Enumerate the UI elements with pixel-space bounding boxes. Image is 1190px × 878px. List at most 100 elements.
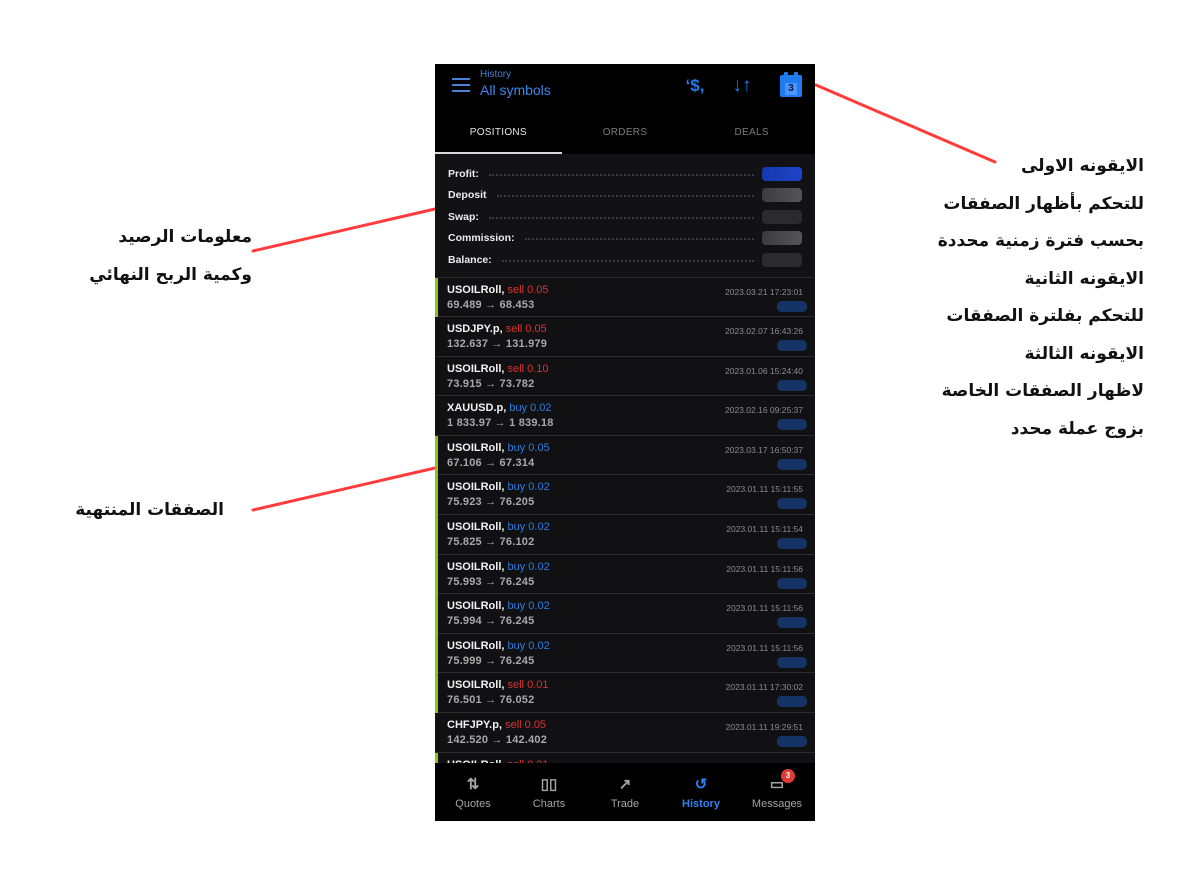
close-time: 2023.03.21 17:23:01 <box>725 286 803 297</box>
open-close-prices: 75.825 → 76.102 <box>447 536 535 549</box>
positions-list[interactable]: USOILRoll, sell 0.05 69.489 → 68.453 2023.… <box>435 277 815 793</box>
annotation-icons-explanation: الايقونه الاولى للتحكم بأظهار الصفقات بح… <box>884 148 1144 448</box>
close-time: 2023.03.17 16:50:37 <box>725 444 803 455</box>
profit-value-redacted <box>777 617 807 629</box>
symbol: USOILRoll, <box>447 481 505 494</box>
history-tabs: POSITIONS ORDERS DEALS <box>435 112 815 154</box>
position-row[interactable]: USOILRoll, buy 0.02 75.993 → 76.245 2023.0… <box>435 554 815 595</box>
side-volume: buy 0.02 <box>507 639 550 652</box>
close-time: 2023.01.11 15:11:54 <box>726 524 803 535</box>
position-row[interactable]: USOILRoll, buy 0.02 75.923 → 76.205 2023.0… <box>435 475 815 516</box>
dotted-leader <box>524 238 754 241</box>
profit-value-redacted <box>777 736 807 748</box>
summary-row-deposit: Deposit <box>448 185 802 207</box>
side-volume: buy 0.02 <box>507 481 550 494</box>
dotted-leader <box>488 173 754 176</box>
profit-value-redacted <box>777 340 807 352</box>
summary-value-redacted <box>762 166 802 181</box>
nav-label: Quotes <box>455 798 491 810</box>
title-block: History All symbols <box>480 69 551 100</box>
side-volume: sell 0.05 <box>505 323 547 336</box>
position-title: USOILRoll, buy 0.02 <box>447 521 550 534</box>
summary-label: Deposit <box>448 189 487 202</box>
symbol: USOILRoll, <box>447 362 505 375</box>
pointer-line-balance <box>251 207 437 253</box>
open-close-prices: 132.637 → 131.979 <box>447 338 548 351</box>
position-row[interactable]: USOILRoll, buy 0.05 67.106 → 67.314 2023.0… <box>435 435 815 476</box>
position-title: USOILRoll, buy 0.02 <box>447 481 550 494</box>
position-row[interactable]: USOILRoll, sell 0.10 73.915 → 73.782 2023.… <box>435 357 815 397</box>
annotation-line: الايقونه الاولى <box>1020 156 1144 176</box>
open-close-prices: 75.994 → 76.245 <box>447 615 535 628</box>
side-volume: sell 0.05 <box>505 719 547 732</box>
side-volume: buy 0.02 <box>507 521 550 534</box>
annotation-line: معلومات الرصيد <box>118 227 252 247</box>
profit-value-redacted <box>777 656 807 668</box>
balance-summary: Profit: Deposit Swap: Commission: Balanc… <box>435 154 815 278</box>
nav-messages[interactable]: ▭ Messages 3 <box>739 763 815 821</box>
position-title: USOILRoll, buy 0.05 <box>447 442 550 455</box>
open-close-prices: 1 833.97 → 1 839.18 <box>447 417 554 430</box>
tab-deals[interactable]: DEALS <box>688 112 815 154</box>
annotation-line: بزوج عملة محدد <box>1010 418 1144 439</box>
side-volume: buy 0.02 <box>507 560 550 573</box>
position-title: USOILRoll, sell 0.01 <box>447 679 549 692</box>
position-row[interactable]: USOILRoll, sell 0.01 76.501 → 76.052 2023.… <box>435 673 815 714</box>
symbol: USDJPY.p, <box>447 323 503 336</box>
symbol: USOILRoll, <box>447 441 505 454</box>
dotted-leader <box>496 195 754 198</box>
open-close-prices: 67.106 → 67.314 <box>447 456 535 469</box>
position-row[interactable]: USOILRoll, sell 0.05 69.489 → 68.453 2023.… <box>435 277 815 318</box>
nav-trade[interactable]: ↗ Trade <box>587 763 663 821</box>
sort-icon[interactable]: ↓↑ <box>728 74 756 98</box>
close-time: 2023.01.06 15:24:40 <box>725 365 803 376</box>
side-volume: buy 0.05 <box>507 441 550 454</box>
summary-label: Swap: <box>448 210 479 223</box>
summary-row-swap: Swap: <box>448 206 802 228</box>
bottom-navigation: ⇅ Quotes ▯▯ Charts ↗ Trade ↺ History ▭ M… <box>435 763 815 821</box>
calendar-icon[interactable]: 3 <box>779 72 803 98</box>
position-row[interactable]: USOILRoll, buy 0.02 75.994 → 76.245 2023.0… <box>435 594 815 634</box>
summary-label: Profit: <box>448 167 479 180</box>
side-volume: sell 0.05 <box>507 283 549 296</box>
annotation-line: وكمية الربح النهائي <box>89 265 252 285</box>
open-close-prices: 75.993 → 76.245 <box>447 575 535 588</box>
nav-history[interactable]: ↺ History <box>663 763 739 821</box>
position-title: XAUUSD.p, buy 0.02 <box>447 402 552 415</box>
annotation-balance: معلومات الرصيد وكمية الربح النهائي <box>0 218 252 294</box>
symbol: USOILRoll, <box>447 560 505 573</box>
nav-label: Messages <box>751 798 803 810</box>
open-close-prices: 75.999 → 76.245 <box>447 654 535 667</box>
symbol-filter-title[interactable]: All symbols <box>480 81 551 100</box>
open-close-prices: 75.923 → 76.205 <box>447 496 535 509</box>
nav-label: Charts <box>532 798 566 810</box>
hamburger-menu-icon[interactable] <box>452 78 470 92</box>
position-row[interactable]: XAUUSD.p, buy 0.02 1 833.97 → 1 839.18 202… <box>435 396 815 436</box>
profit-value-redacted <box>777 577 807 589</box>
side-volume: buy 0.02 <box>509 402 552 415</box>
profit-value-redacted <box>777 419 807 431</box>
position-title: USOILRoll, sell 0.05 <box>447 284 549 297</box>
close-time: 2023.01.11 19:29:51 <box>725 722 803 733</box>
summary-value-redacted <box>762 252 802 267</box>
tab-positions[interactable]: POSITIONS <box>435 112 562 154</box>
symbol: USOILRoll, <box>447 679 505 692</box>
position-row[interactable]: CHFJPY.p, sell 0.05 142.520 → 142.402 2023… <box>435 713 815 753</box>
annotation-line: للتحكم بفلترة الصفقات <box>946 306 1144 326</box>
top-app-bar: History All symbols ‘$, ↓↑ 3 <box>435 64 815 112</box>
annotation-line: للتحكم بأظهار الصفقات <box>943 193 1144 214</box>
position-row[interactable]: USOILRoll, buy 0.02 75.999 → 76.245 2023.0… <box>435 633 815 674</box>
currency-exchange-icon[interactable]: ‘$, <box>680 74 710 98</box>
position-row[interactable]: USOILRoll, buy 0.02 75.825 → 76.102 2023.0… <box>435 515 815 555</box>
nav-label: History <box>682 798 720 810</box>
summary-value-redacted <box>762 209 802 224</box>
profit-value-redacted <box>777 379 807 391</box>
close-time: 2023.01.11 15:11:56 <box>726 642 803 653</box>
nav-quotes[interactable]: ⇅ Quotes <box>435 763 511 821</box>
nav-charts[interactable]: ▯▯ Charts <box>511 763 587 821</box>
summary-row-commission: Commission: <box>448 228 802 250</box>
tab-orders[interactable]: ORDERS <box>562 112 689 154</box>
symbol: USOILRoll, <box>447 521 505 534</box>
history-icon: ↺ <box>694 776 708 793</box>
position-row[interactable]: USDJPY.p, sell 0.05 132.637 → 131.979 2023… <box>435 317 815 357</box>
